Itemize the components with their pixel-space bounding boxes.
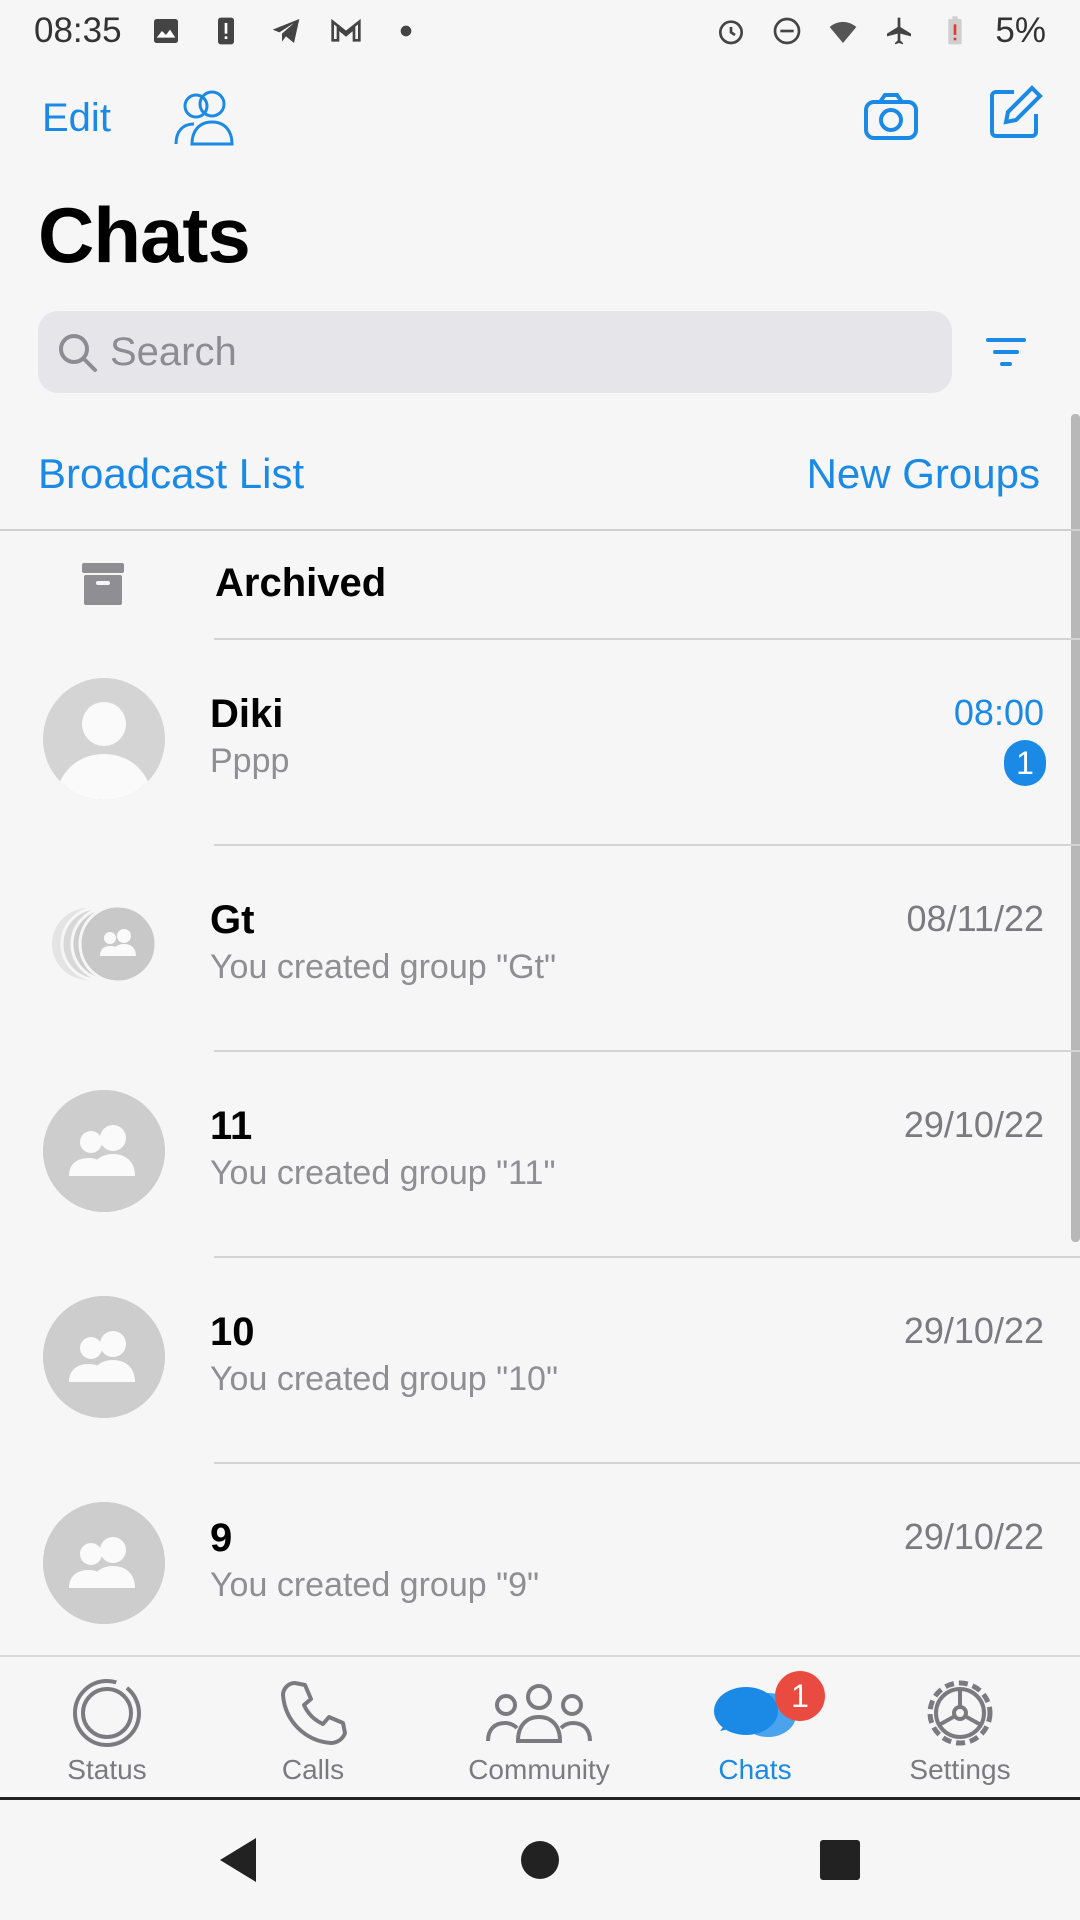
broadcast-list-link[interactable]: Broadcast List — [38, 450, 304, 498]
battery-icon — [939, 15, 971, 47]
page-title: Chats — [38, 191, 251, 279]
phone-icon — [273, 1675, 353, 1751]
tab-bar: Status Calls Community 1 Chats Settings — [0, 1655, 1080, 1798]
photo-icon — [150, 15, 182, 47]
tab-label: Status — [67, 1754, 147, 1785]
chat-time: 08:00 — [953, 692, 1044, 733]
compose-icon[interactable] — [986, 84, 1044, 142]
top-bar: Edit — [0, 78, 1080, 158]
tab-community[interactable]: Community — [449, 1657, 629, 1800]
chat-name: 10 — [210, 1310, 255, 1354]
tab-chats[interactable]: 1 Chats — [665, 1657, 845, 1800]
alert-icon — [210, 15, 242, 47]
avatar — [43, 678, 165, 800]
chat-name: Gt — [210, 898, 255, 942]
search-placeholder: Search — [110, 329, 237, 374]
tab-badge: 1 — [775, 1671, 825, 1721]
home-icon[interactable] — [512, 1832, 568, 1888]
battery-percent: 5% — [995, 11, 1046, 50]
archive-icon — [80, 561, 126, 607]
tab-status[interactable]: Status — [17, 1657, 197, 1800]
links-row: Broadcast List New Groups — [0, 450, 1080, 530]
search-input[interactable]: Search — [38, 311, 952, 393]
alarm-icon — [715, 15, 747, 47]
chat-row-11[interactable]: 11 You created group "11" 29/10/22 — [0, 1052, 1080, 1258]
tab-label: Chats — [718, 1754, 792, 1785]
chat-preview: Pppp — [210, 742, 290, 780]
chat-row-diki[interactable]: Diki Pppp 08:00 1 — [0, 640, 1080, 846]
camera-icon[interactable] — [862, 88, 920, 146]
chat-time: 29/10/22 — [903, 1516, 1044, 1557]
chat-row-10[interactable]: 10 You created group "10" 29/10/22 — [0, 1258, 1080, 1464]
chat-preview: You created group "9" — [210, 1566, 540, 1604]
community-icon — [484, 1675, 594, 1751]
tab-label: Calls — [281, 1754, 345, 1785]
status-icon — [67, 1675, 147, 1751]
edit-button[interactable]: Edit — [42, 96, 111, 141]
tab-label: Settings — [909, 1754, 1011, 1785]
wifi-icon — [827, 15, 859, 47]
archived-label: Archived — [215, 561, 387, 605]
group-avatar — [43, 1090, 165, 1212]
group-stack-avatar — [52, 904, 162, 984]
status-bar: 08:35 5% — [0, 0, 1080, 62]
dot-icon — [390, 15, 422, 47]
filter-icon[interactable] — [982, 330, 1030, 374]
chat-row-gt[interactable]: Gt You created group "Gt" 08/11/22 — [0, 846, 1080, 1052]
recents-icon[interactable] — [812, 1832, 868, 1888]
system-nav-bar — [0, 1800, 1080, 1920]
gmail-icon — [330, 15, 362, 47]
chat-time: 29/10/22 — [903, 1104, 1044, 1145]
chat-preview: You created group "10" — [210, 1360, 559, 1398]
dnd-icon — [771, 15, 803, 47]
search-icon — [54, 329, 100, 375]
app-root: 08:35 5% Edit Chats Search Broadcast Lis… — [0, 0, 1080, 1920]
archived-row[interactable]: Archived — [0, 531, 1080, 639]
chat-name: 11 — [210, 1104, 253, 1148]
chat-row-9[interactable]: 9 You created group "9" 29/10/22 — [0, 1464, 1080, 1670]
tab-settings[interactable]: Settings — [870, 1657, 1050, 1800]
chat-preview: You created group "11" — [210, 1154, 556, 1192]
chat-name: 9 — [210, 1516, 233, 1560]
airplane-icon — [883, 15, 915, 47]
status-time: 08:35 — [34, 11, 122, 50]
chat-preview: You created group "Gt" — [210, 948, 557, 986]
unread-badge: 1 — [1004, 740, 1046, 786]
group-avatar — [43, 1296, 165, 1418]
contacts-icon[interactable] — [170, 86, 240, 148]
tab-calls[interactable]: Calls — [223, 1657, 403, 1800]
new-groups-link[interactable]: New Groups — [807, 450, 1040, 498]
gear-icon — [920, 1675, 1000, 1751]
telegram-icon — [270, 15, 302, 47]
group-avatar — [43, 1502, 165, 1624]
back-icon[interactable] — [212, 1832, 268, 1888]
chat-name: Diki — [210, 692, 284, 736]
tab-label: Community — [468, 1754, 610, 1785]
chat-time: 29/10/22 — [903, 1310, 1044, 1351]
chat-time: 08/11/22 — [906, 898, 1044, 939]
